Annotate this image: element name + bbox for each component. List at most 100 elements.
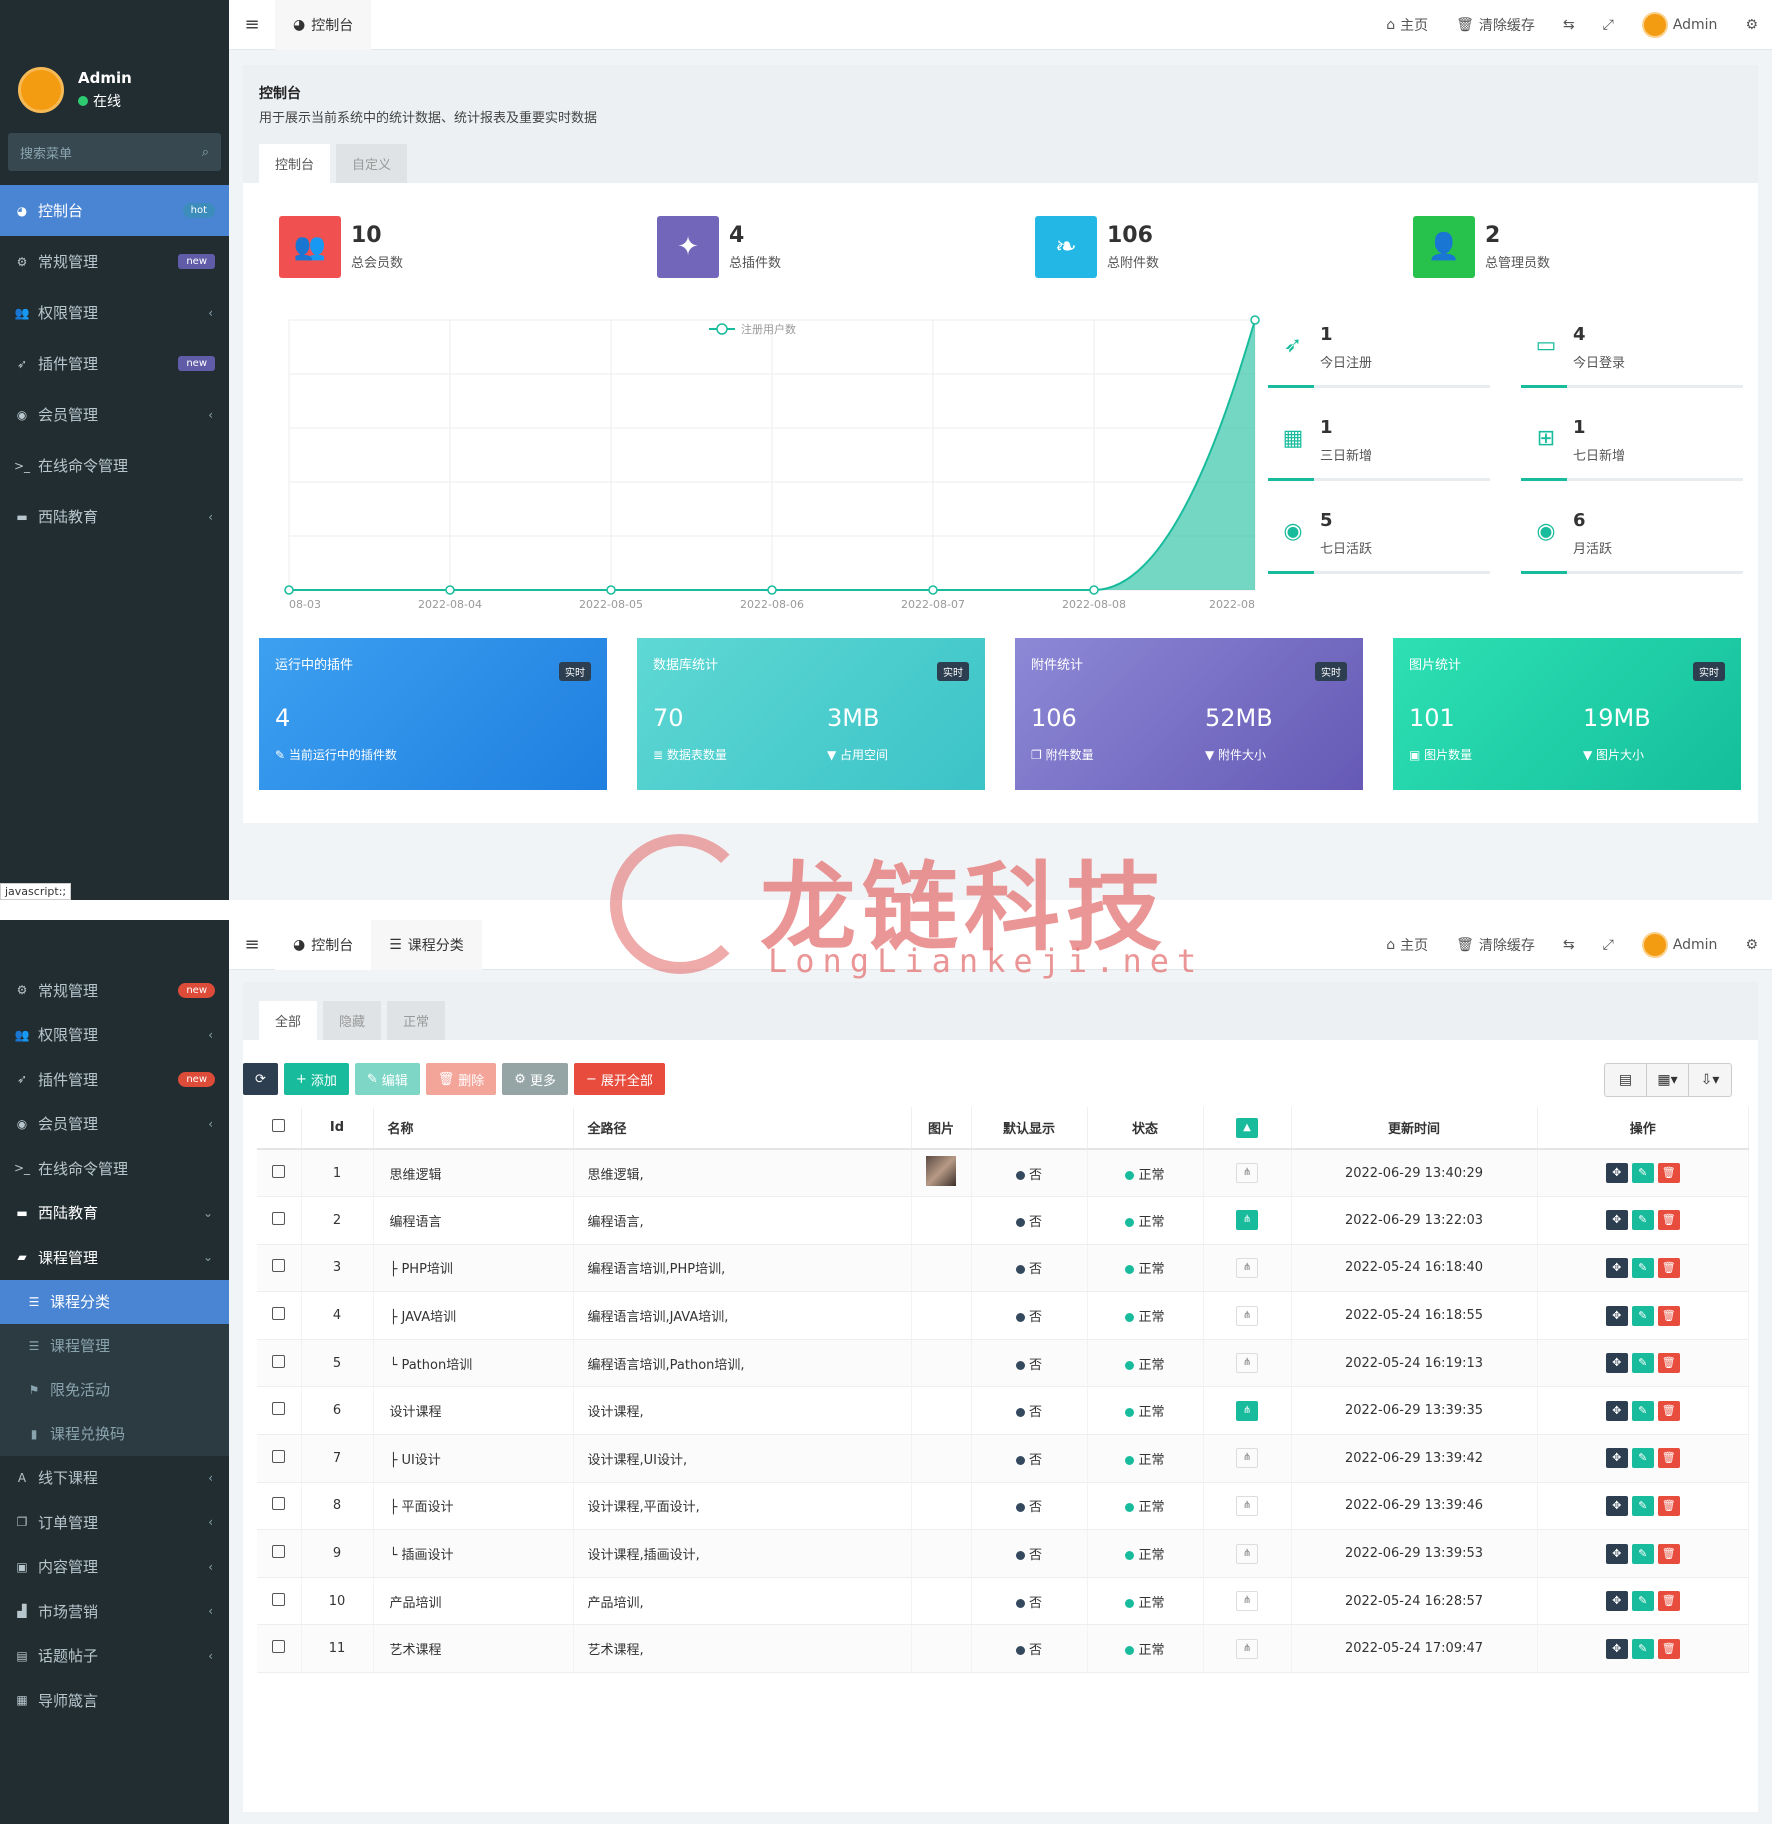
delete-button[interactable]: 🗑 删除 xyxy=(425,1063,497,1095)
move-icon[interactable]: ✥ xyxy=(1605,1163,1628,1184)
clear-cache-button[interactable]: 🗑 清除缓存 xyxy=(1442,935,1549,955)
table-row[interactable]: 4 ├ JAVA培训 编程语言培训,JAVA培训, 否正常 ⋔ 2022-05-24 16… xyxy=(257,1291,1749,1340)
sitemap-icon[interactable]: ⋔ xyxy=(1236,1163,1258,1184)
language-button[interactable]: ⇆ xyxy=(1549,937,1589,953)
sidebar-item[interactable]: ◉ 会员管理 ‹ xyxy=(0,1102,229,1147)
edit-icon[interactable]: ✎ xyxy=(1631,1305,1654,1326)
move-icon[interactable]: ✥ xyxy=(1605,1543,1628,1564)
col-default[interactable]: 默认显示 xyxy=(971,1107,1088,1150)
delete-icon[interactable]: 🗑 xyxy=(1657,1257,1680,1278)
row-checkbox[interactable] xyxy=(257,1529,302,1578)
delete-icon[interactable]: 🗑 xyxy=(1657,1495,1680,1516)
sidebar-item[interactable]: ▤ 话题帖子 ‹ xyxy=(0,1634,229,1679)
move-icon[interactable]: ✥ xyxy=(1605,1591,1628,1612)
sidebar-item[interactable]: ▬ 西陆教育 ⌄ xyxy=(0,1191,229,1236)
data-point[interactable] xyxy=(928,585,938,595)
fullscreen-button[interactable]: ⤢ xyxy=(1589,937,1628,953)
menu-search[interactable]: 搜索菜单 ⌕ xyxy=(8,133,221,171)
row-checkbox[interactable] xyxy=(257,1196,302,1245)
edit-icon[interactable]: ✎ xyxy=(1631,1210,1654,1231)
tab-dashboard[interactable]: ◕ 控制台 xyxy=(275,920,372,970)
tab-all[interactable]: 全部 xyxy=(259,1001,318,1040)
sidebar-item[interactable]: A 线下课程 ‹ xyxy=(0,1456,229,1501)
col-updated[interactable]: 更新时间 xyxy=(1291,1107,1538,1150)
sitemap-icon[interactable]: ⋔ xyxy=(1236,1448,1258,1469)
sidebar-item[interactable]: ▬ 西陆教育 ‹ xyxy=(0,491,229,542)
home-link[interactable]: ⌂ 主页 xyxy=(1372,15,1442,35)
move-icon[interactable]: ✥ xyxy=(1605,1257,1628,1278)
legend-marker[interactable] xyxy=(716,323,728,335)
select-all-checkbox[interactable] xyxy=(257,1107,302,1150)
sidebar-item[interactable]: ▦ 导师箴言 xyxy=(0,1678,229,1723)
tab-custom[interactable]: 自定义 xyxy=(336,144,408,183)
col-status[interactable]: 状态 xyxy=(1087,1107,1204,1150)
settings-button[interactable]: ⚙ xyxy=(1731,937,1772,953)
row-checkbox[interactable] xyxy=(257,1624,302,1674)
search-icon[interactable]: ⌕ xyxy=(202,145,209,160)
sitemap-icon[interactable]: ⋔ xyxy=(1236,1353,1258,1374)
delete-icon[interactable]: 🗑 xyxy=(1657,1638,1680,1659)
expand-all-button[interactable]: − 展开全部 xyxy=(573,1063,665,1095)
delete-icon[interactable]: 🗑 xyxy=(1657,1305,1680,1326)
move-icon[interactable]: ✥ xyxy=(1605,1400,1628,1421)
data-point[interactable] xyxy=(445,585,455,595)
table-row[interactable]: 6 设计课程 设计课程, 否正常 ⋔ 2022-06-29 13:39:35 ✥ ✎ 🗑 xyxy=(257,1386,1749,1436)
edit-icon[interactable]: ✎ xyxy=(1631,1257,1654,1278)
sitemap-icon[interactable]: ⋔ xyxy=(1236,1210,1258,1231)
sitemap-icon[interactable]: ⋔ xyxy=(1236,1638,1258,1659)
sitemap-icon[interactable]: ⋔ xyxy=(1236,1591,1258,1612)
row-checkbox[interactable] xyxy=(257,1291,302,1340)
data-point[interactable] xyxy=(284,585,294,595)
row-checkbox[interactable] xyxy=(257,1386,302,1436)
table-row[interactable]: 10 产品培训 产品培训, 否正常 ⋔ 2022-05-24 16:28:57 ✥ ✎ 🗑 xyxy=(257,1577,1749,1626)
col-name[interactable]: 名称 xyxy=(373,1107,574,1150)
clear-cache-button[interactable]: 🗑 清除缓存 xyxy=(1442,15,1549,35)
table-row[interactable]: 7 ├ UI设计 设计课程,UI设计, 否正常 ⋔ 2022-06-29 13:39:42… xyxy=(257,1434,1749,1483)
edit-icon[interactable]: ✎ xyxy=(1631,1353,1654,1374)
sidebar-item[interactable]: ◉ 会员管理 ‹ xyxy=(0,389,229,440)
edit-icon[interactable]: ✎ xyxy=(1631,1400,1654,1421)
columns-button[interactable]: ▦▾ xyxy=(1647,1064,1689,1096)
row-checkbox[interactable] xyxy=(257,1482,302,1531)
sidebar-item[interactable]: ▰ 课程管理 ⌄ xyxy=(0,1235,229,1280)
sidebar-item[interactable]: ⚙ 常规管理 new xyxy=(0,968,229,1013)
sidebar-item[interactable]: ❐ 订单管理 ‹ xyxy=(0,1500,229,1545)
sidebar-item[interactable]: 👥 权限管理 ‹ xyxy=(0,287,229,338)
delete-icon[interactable]: 🗑 xyxy=(1657,1448,1680,1469)
sitemap-icon[interactable]: ⋔ xyxy=(1236,1305,1258,1326)
sitemap-icon[interactable]: ⋔ xyxy=(1236,1495,1258,1516)
settings-button[interactable]: ⚙ xyxy=(1731,17,1772,33)
refresh-button[interactable]: ⟳ xyxy=(243,1063,278,1095)
sidebar-item[interactable]: >_ 在线命令管理 xyxy=(0,1146,229,1191)
avatar[interactable] xyxy=(18,67,64,113)
fullscreen-button[interactable]: ⤢ xyxy=(1589,17,1628,33)
table-row[interactable]: 3 ├ PHP培训 编程语言培训,PHP培训, 否正常 ⋔ 2022-05-24 16:1… xyxy=(257,1244,1749,1293)
data-point[interactable] xyxy=(767,585,777,595)
sitemap-icon[interactable]: ⋔ xyxy=(1236,1257,1258,1278)
move-icon[interactable]: ✥ xyxy=(1605,1305,1628,1326)
row-checkbox[interactable] xyxy=(257,1577,302,1626)
user-menu[interactable]: Admin xyxy=(1628,11,1732,38)
legend-label[interactable]: 注册用户数 xyxy=(741,322,796,336)
sidebar-item[interactable]: ▮ 课程兑换码 xyxy=(0,1411,229,1456)
delete-icon[interactable]: 🗑 xyxy=(1657,1591,1680,1612)
edit-icon[interactable]: ✎ xyxy=(1631,1638,1654,1659)
sidebar-item[interactable]: ➶ 插件管理 new xyxy=(0,338,229,389)
move-icon[interactable]: ✥ xyxy=(1605,1353,1628,1374)
sidebar-item[interactable]: ☰ 课程分类 xyxy=(0,1279,229,1324)
sidebar-toggle-icon[interactable]: ≡ xyxy=(229,934,275,955)
toggle-view-button[interactable]: ▤ xyxy=(1605,1064,1647,1096)
sidebar-item[interactable]: ▣ 内容管理 ‹ xyxy=(0,1545,229,1590)
move-icon[interactable]: ✥ xyxy=(1605,1638,1628,1659)
sidebar-item[interactable]: ☰ 课程管理 xyxy=(0,1323,229,1368)
edit-icon[interactable]: ✎ xyxy=(1631,1448,1654,1469)
row-checkbox[interactable] xyxy=(257,1244,302,1293)
tab-hidden[interactable]: 隐藏 xyxy=(323,1001,382,1040)
edit-icon[interactable]: ✎ xyxy=(1631,1591,1654,1612)
move-icon[interactable]: ✥ xyxy=(1605,1495,1628,1516)
data-point[interactable] xyxy=(606,585,616,595)
sidebar-item[interactable]: ▟ 市场营销 ‹ xyxy=(0,1589,229,1634)
search-input[interactable]: 搜索菜单 xyxy=(20,143,72,162)
table-row[interactable]: 11 艺术课程 艺术课程, 否正常 ⋔ 2022-05-24 17:09:47 ✥ ✎ 🗑 xyxy=(257,1624,1749,1674)
sidebar-item[interactable]: 👥 权限管理 ‹ xyxy=(0,1013,229,1058)
